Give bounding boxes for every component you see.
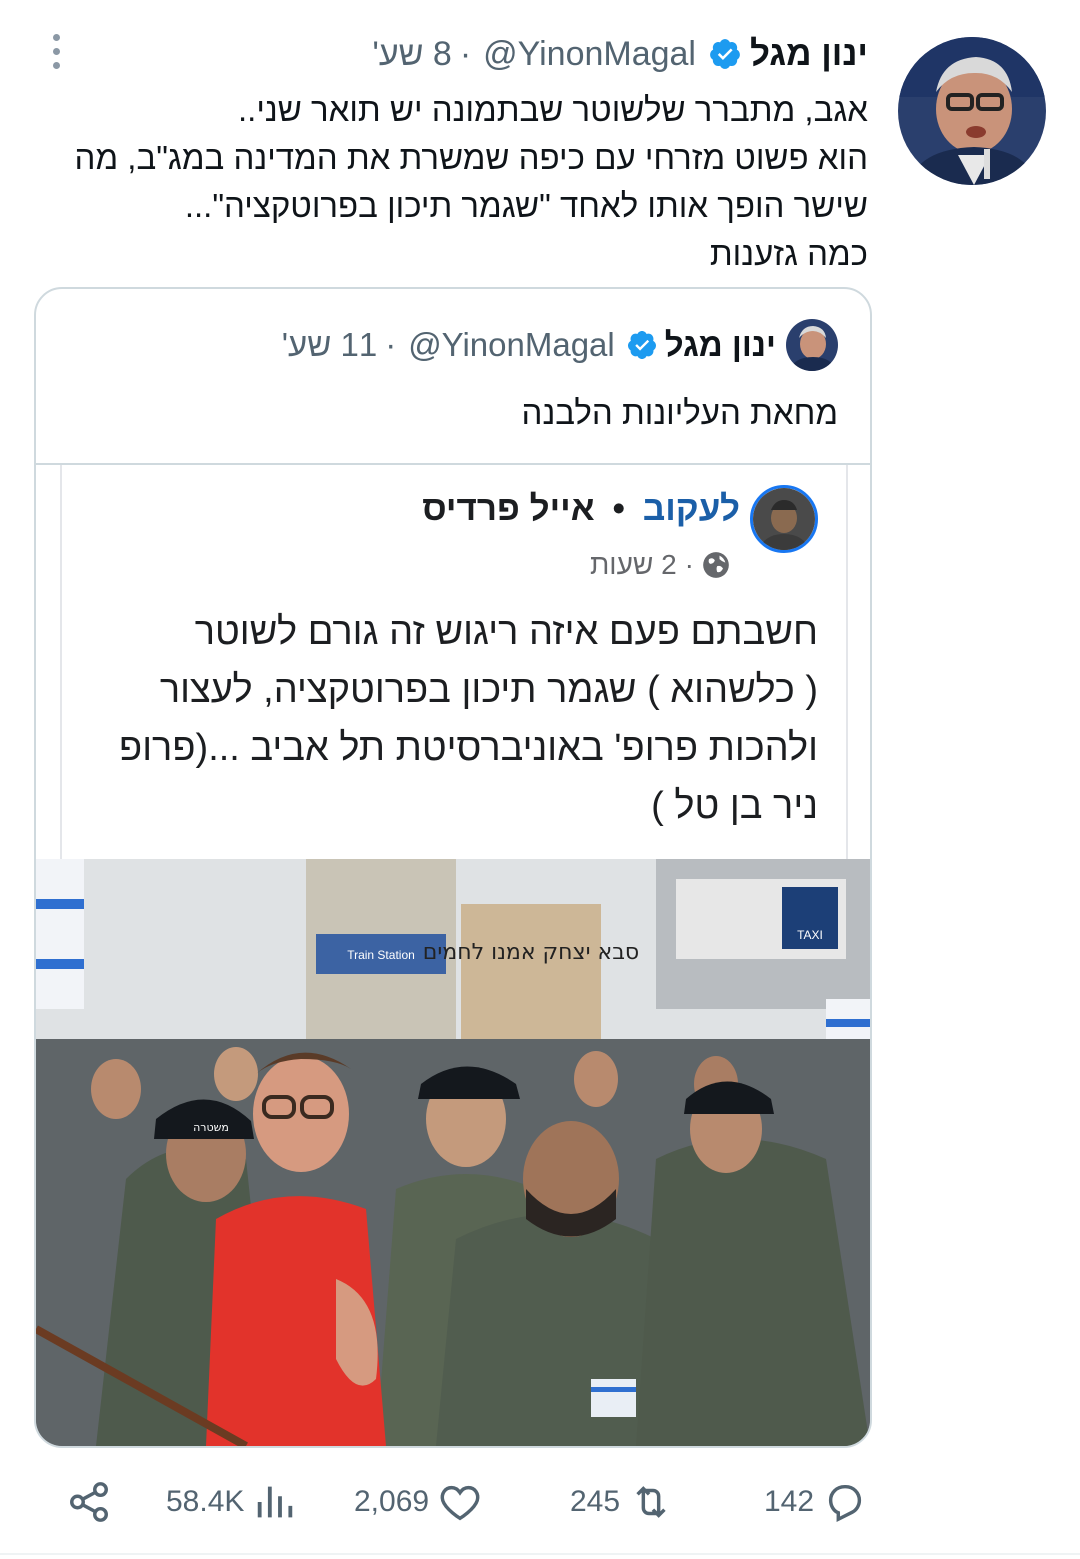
protest-photo[interactable]: TAXI Train Station סבא יצחק אמנו לחמים מ… [36,859,870,1446]
retweet-icon [636,1486,666,1518]
reply-button[interactable]: 142 [764,1470,868,1534]
tweet-time[interactable]: 8 שע' [372,35,451,74]
quoted-tweet-header: ינון מגל @YinonMagal · 11 שע' [282,319,838,371]
embedded-post-line: ולהכות פרופ' באוניברסיטת תל אביב ...(פרו… [119,727,818,769]
tweet-body-line: הוא פשוט מזרחי עם כיפה שמשרת את המדינה ב… [74,139,868,176]
share-icon [70,1482,108,1522]
tweet-body-line: כמה גזענות [709,235,868,272]
retweet-button[interactable]: 245 [570,1470,674,1534]
quoted-author-avatar[interactable] [786,319,838,371]
separator-dot: · [684,549,694,580]
views-count: 58.4K [166,1485,245,1518]
tweet-actions: 142 245 2,069 58.4K [0,1470,1080,1534]
heart-icon [440,1485,480,1521]
embedded-post-text: חשבתם פעם איזה ריגוש זה גורם לשוטר ( כלש… [98,603,818,835]
embedded-post-line: ניר בן טל ) [651,785,818,827]
protest-sign-text: סבא יצחק אמנו לחמים [423,940,639,965]
separator-dot: • [612,489,625,528]
follow-link: לעקוב [642,489,740,528]
embedded-post-header: אייל פרדיס • לעקוב [422,489,740,529]
embedded-post-time: 2 שעות [589,549,677,580]
embedded-author-name: אייל פרדיס [422,489,595,528]
police-cap-text: משטרה [193,1121,229,1134]
embedded-author-avatar [750,485,818,553]
globe-icon [703,552,729,578]
divider [0,1553,1080,1555]
quoted-tweet-time: 11 שע' [281,326,378,363]
verified-badge-icon [710,39,740,69]
verified-badge-icon [627,331,656,359]
taxi-sign-text: TAXI [797,928,823,942]
separator-dot: · [459,34,472,73]
author-handle[interactable]: @YinonMagal [483,35,696,74]
author-name[interactable]: ינון מגל [750,34,868,74]
author-avatar[interactable] [898,37,1046,185]
tweet: ינון מגל @YinonMagal · 8 שע' אגב, מתברר … [0,0,1080,1559]
reply-icon [828,1484,862,1523]
quoted-tweet-text: מחאת העליונות הלבנה [521,394,838,431]
quoted-author-handle: @YinonMagal [408,326,615,363]
views-icon [258,1486,293,1518]
separator-dot: · [385,326,397,363]
tweet-body-line: אגב, מתברר שלשוטר שבתמונה יש תואר שני.. [238,91,868,128]
embedded-post-screenshot: אייל פרדיס • לעקוב 2 שעות · חשבתם פעם אי… [36,465,870,860]
retweet-count: 245 [570,1485,621,1518]
embedded-post-line: חשבתם פעם איזה ריגוש זה גורם לשוטר [194,611,818,653]
like-button[interactable]: 2,069 [354,1470,483,1534]
station-sign-text: Train Station [347,948,415,962]
tweet-header: ינון מגל @YinonMagal · 8 שע' [372,32,868,76]
quoted-tweet[interactable]: ינון מגל @YinonMagal · 11 שע' מחאת העליו… [34,287,872,1448]
tweet-body-line: שישר הופך אותו לאחד "שגמר תיכון בפרוטקצי… [184,187,868,224]
flag [36,859,84,1009]
tweet-body: אגב, מתברר שלשוטר שבתמונה יש תואר שני.. … [38,86,868,278]
like-count: 2,069 [354,1485,430,1518]
embedded-post-line: ( כלשהוא ) שגמר תיכון בפרוטקציה, לעצור [159,669,818,711]
reply-count: 142 [764,1485,815,1518]
quoted-author-name: ינון מגל [664,326,776,363]
views-button[interactable]: 58.4K [166,1470,298,1534]
embedded-post-meta: 2 שעות · [590,549,740,581]
more-options-icon[interactable] [44,34,68,74]
share-button[interactable] [66,1470,112,1534]
